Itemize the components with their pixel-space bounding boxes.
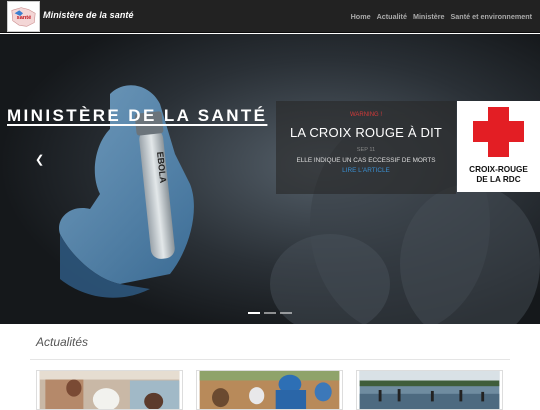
main-nav: Home Actualité Ministère Santé et enviro… bbox=[351, 12, 532, 21]
article-date: SEP 11 bbox=[356, 147, 376, 153]
red-cross-caption: CROIX-ROUGE DE LA RDC bbox=[457, 165, 540, 185]
chevron-left-icon: ❮ bbox=[35, 154, 45, 166]
news-section: Actualités bbox=[0, 324, 540, 410]
news-thumbnail[interactable] bbox=[356, 370, 503, 410]
carousel-prev-button[interactable]: ❮ bbox=[35, 153, 44, 166]
logo-text: santé bbox=[17, 15, 32, 21]
article-description: ELLE INDIQUE UN CAS ECCESSIF DE MORTS bbox=[296, 157, 436, 164]
divider bbox=[30, 359, 510, 360]
carousel-indicator[interactable] bbox=[248, 312, 260, 314]
hero-carousel: EBOLA MINISTÈRE DE LA SANTÉ ❮ ❯ WARNING … bbox=[0, 34, 540, 324]
news-image bbox=[199, 371, 340, 409]
article-headline: LA CROIX ROUGE À DIT bbox=[289, 125, 443, 140]
ministry-logo[interactable]: santé bbox=[7, 1, 40, 32]
news-thumbnail[interactable] bbox=[36, 370, 183, 410]
news-image bbox=[359, 371, 500, 409]
read-article-link[interactable]: LIRE L'ARTICLE bbox=[276, 167, 456, 174]
carousel-indicators bbox=[248, 312, 292, 314]
carousel-indicator[interactable] bbox=[280, 312, 292, 314]
news-image bbox=[39, 371, 180, 409]
drc-map-logo-icon: santé bbox=[11, 7, 36, 27]
nav-ministere[interactable]: Ministère bbox=[413, 12, 445, 21]
red-cross-line1: CROIX-ROUGE bbox=[469, 165, 528, 174]
red-cross-icon bbox=[473, 107, 524, 157]
news-thumbnail[interactable] bbox=[196, 370, 343, 410]
red-cross-line2: DE LA RDC bbox=[476, 175, 521, 184]
site-brand[interactable]: Ministère de la santé bbox=[43, 10, 134, 20]
hero-title: MINISTÈRE DE LA SANTÉ bbox=[7, 106, 268, 125]
red-cross-logo: CROIX-ROUGE DE LA RDC bbox=[457, 101, 540, 192]
nav-actualite[interactable]: Actualité bbox=[377, 12, 407, 21]
carousel-indicator[interactable] bbox=[264, 312, 276, 314]
featured-article-card: WARNING ! LA CROIX ROUGE À DIT SEP 11 EL… bbox=[276, 101, 456, 194]
nav-home[interactable]: Home bbox=[351, 12, 371, 21]
news-title: Actualités bbox=[36, 335, 89, 349]
warning-label: WARNING ! bbox=[349, 112, 383, 118]
nav-sante-environnement[interactable]: Santé et environnement bbox=[451, 12, 532, 21]
navbar: santé Ministère de la santé Home Actuali… bbox=[0, 0, 540, 33]
